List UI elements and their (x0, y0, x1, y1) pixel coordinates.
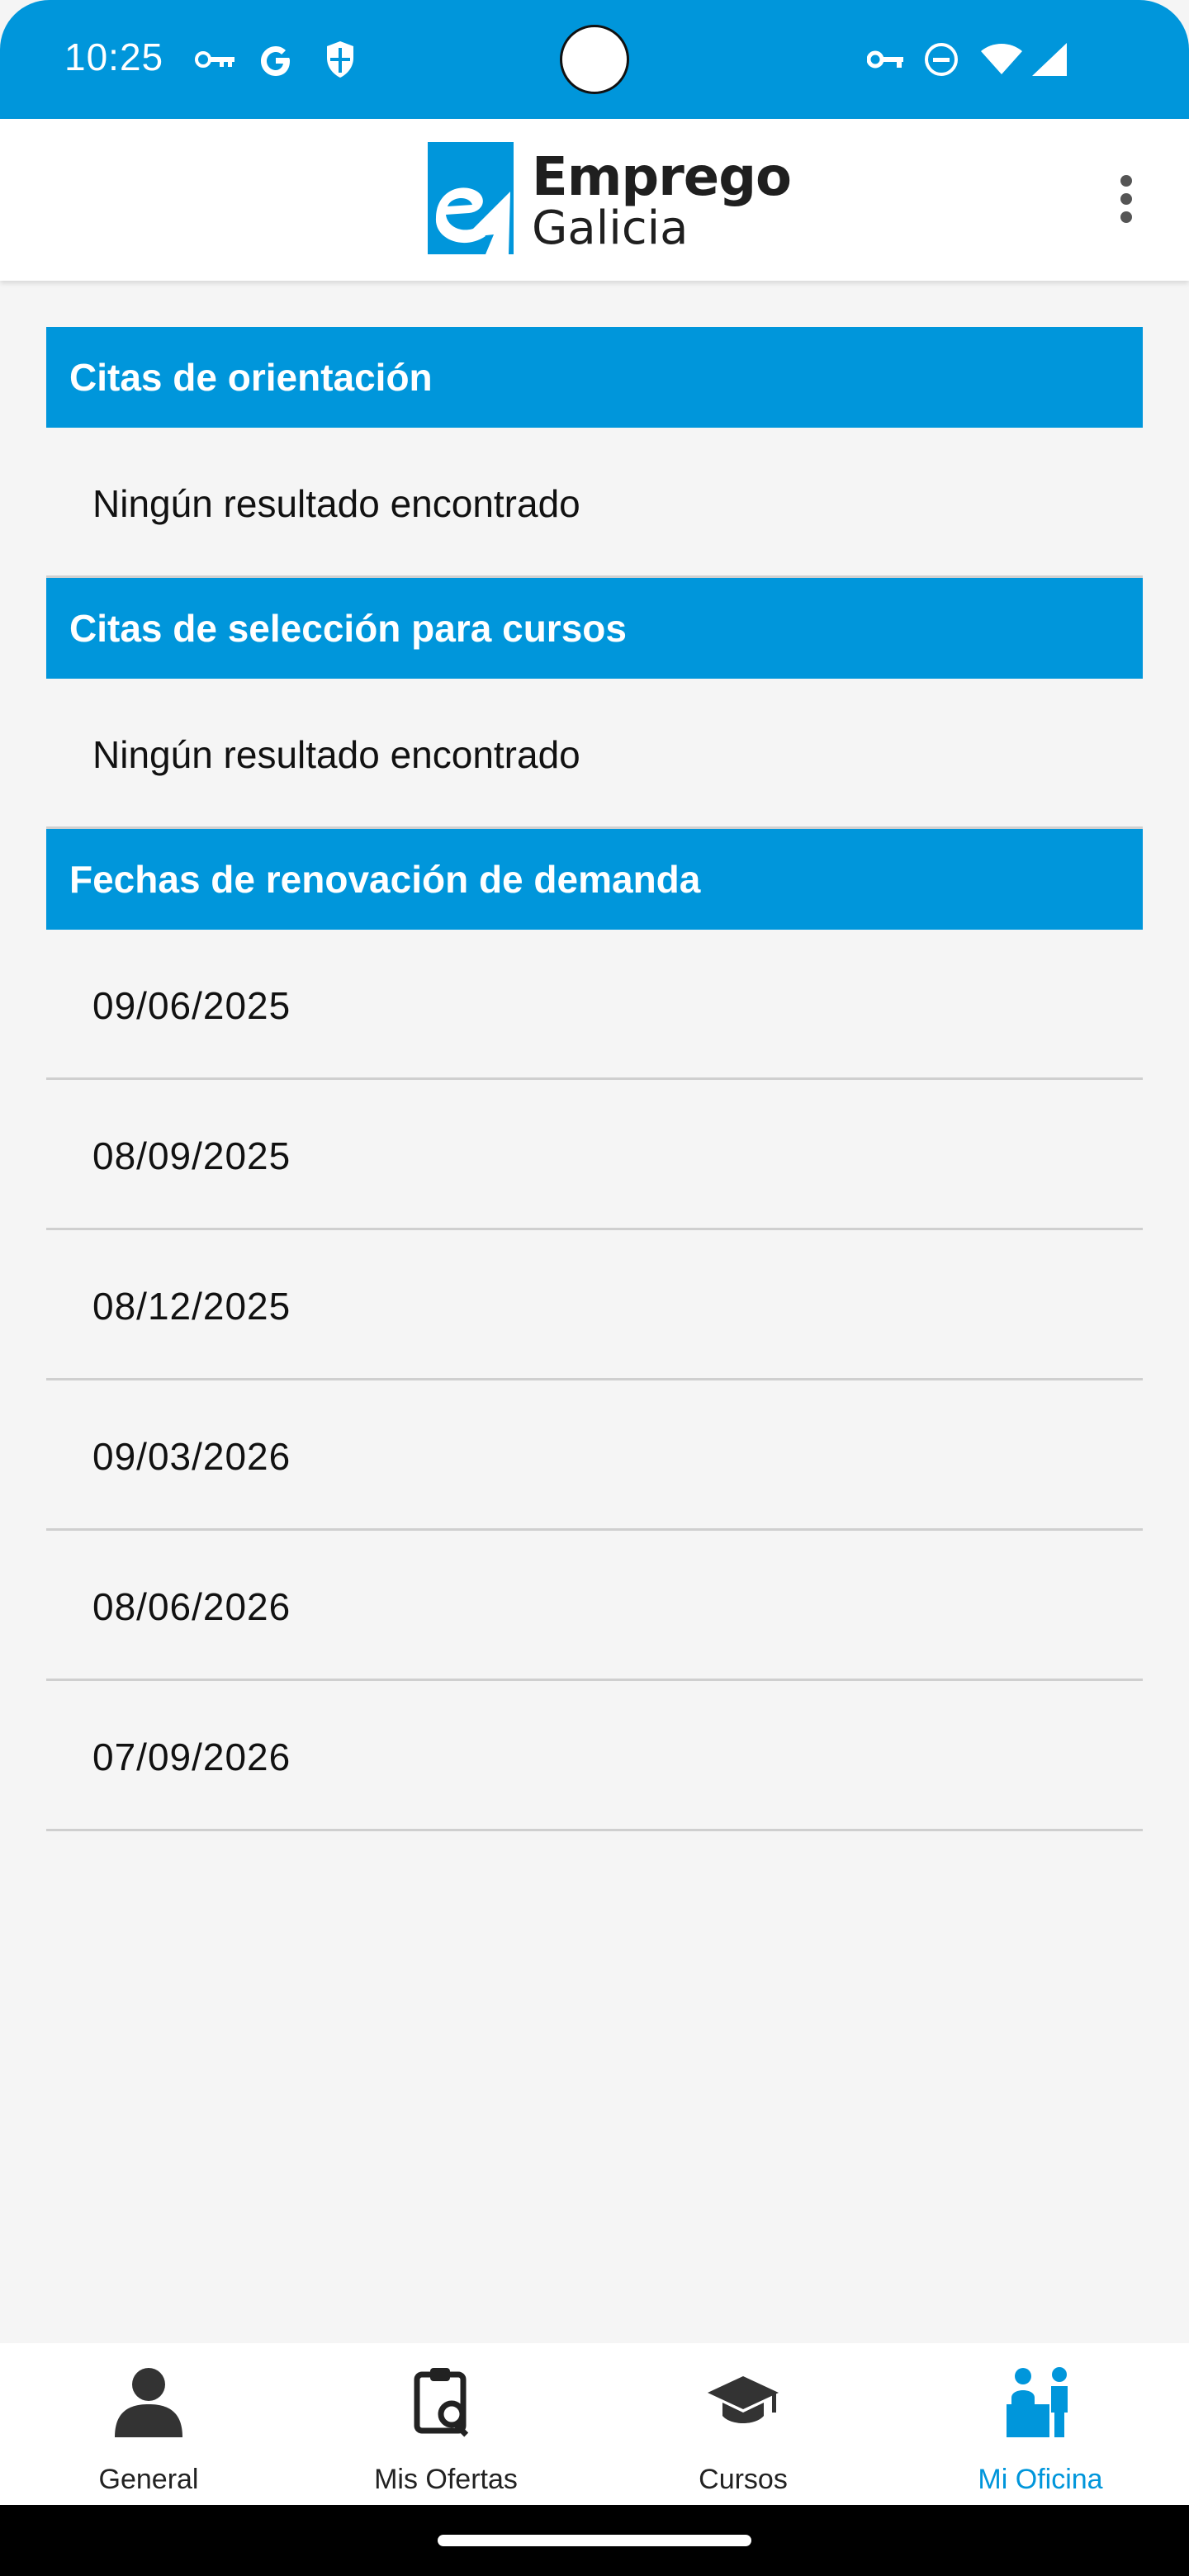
graduation-cap-icon (708, 2376, 779, 2423)
key-icon (195, 51, 234, 68)
nav-item-general[interactable]: General (0, 2343, 297, 2505)
nav-label-cursos: Cursos (699, 2464, 788, 2495)
nav-label-general: General (98, 2464, 199, 2495)
status-time: 10:25 (64, 36, 164, 78)
renewal-date-row[interactable]: 07/09/2026 (46, 1681, 1143, 1831)
bottom-navigation: General Mis Ofertas Cursos Mi Oficina (0, 2343, 1189, 2505)
signal-icon (1032, 43, 1067, 76)
empty-result-seleccion: Ningún resultado encontrado (46, 679, 1143, 829)
renewal-date-row[interactable]: 09/06/2025 (46, 930, 1143, 1080)
logo-text-galicia: Galicia (532, 201, 689, 255)
renewal-date-row[interactable]: 08/09/2025 (46, 1080, 1143, 1230)
mi-oficina-content: Citas de orientación Ningún resultado en… (46, 327, 1143, 1831)
wifi-icon (981, 44, 1022, 74)
office-desk-icon (1007, 2367, 1068, 2437)
overflow-menu-icon[interactable] (1111, 175, 1141, 228)
shield-icon (327, 41, 353, 78)
nav-item-mi-oficina[interactable]: Mi Oficina (892, 2343, 1189, 2505)
status-bar: 10:25 (0, 0, 1189, 119)
do-not-disturb-icon (925, 43, 958, 76)
vpn-key-icon (867, 50, 903, 69)
nav-item-mis-ofertas[interactable]: Mis Ofertas (297, 2343, 594, 2505)
renewal-date-row[interactable]: 08/06/2026 (46, 1531, 1143, 1681)
logo-text-emprego: Emprego (532, 147, 792, 208)
renewal-date-row[interactable]: 09/03/2026 (46, 1380, 1143, 1531)
clipboard-search-icon (414, 2368, 469, 2437)
nav-item-cursos[interactable]: Cursos (594, 2343, 892, 2505)
home-gesture-handle[interactable] (438, 2535, 751, 2546)
google-icon (261, 46, 290, 76)
section-header-renovacion: Fechas de renovación de demanda (46, 829, 1143, 930)
empty-result-orientacion: Ningún resultado encontrado (46, 428, 1143, 578)
person-icon (115, 2368, 182, 2437)
app-bar: Emprego Galicia (0, 119, 1189, 281)
front-camera (560, 25, 629, 94)
gesture-navigation-bar (0, 2505, 1189, 2576)
emprego-galicia-logo[interactable]: Emprego Galicia (428, 142, 792, 258)
logo-mark-icon (428, 142, 514, 254)
nav-label-mis-ofertas: Mis Ofertas (374, 2464, 518, 2495)
renewal-date-row[interactable]: 08/12/2025 (46, 1230, 1143, 1380)
nav-label-mi-oficina: Mi Oficina (978, 2464, 1103, 2495)
section-header-orientacion: Citas de orientación (46, 327, 1143, 428)
section-header-seleccion: Citas de selección para cursos (46, 578, 1143, 679)
